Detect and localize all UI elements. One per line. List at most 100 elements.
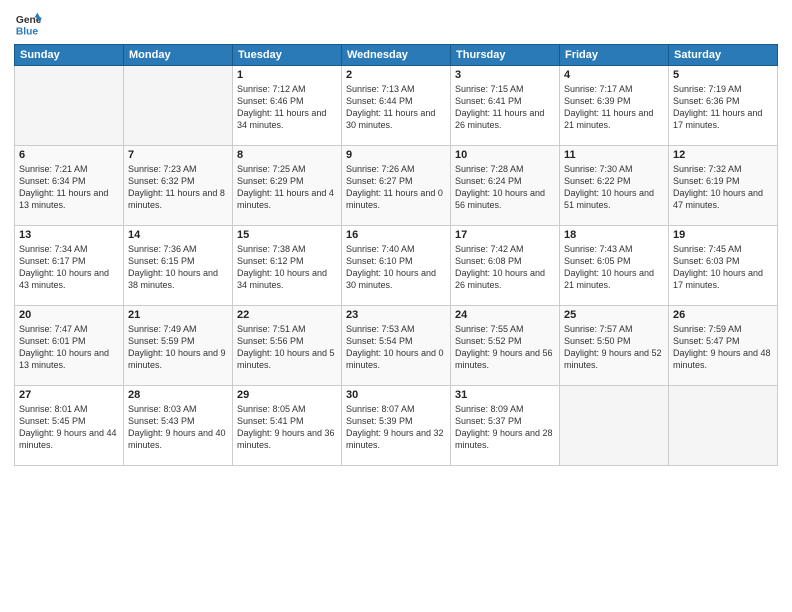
weekday-header: Sunday xyxy=(15,45,124,66)
logo-icon: General Blue xyxy=(14,10,42,38)
calendar-cell: 25 Sunrise: 7:57 AMSunset: 5:50 PMDayligh… xyxy=(560,306,669,386)
day-number: 13 xyxy=(19,229,119,241)
header: General Blue xyxy=(14,10,778,38)
day-number: 31 xyxy=(455,389,555,401)
calendar-week-row: 6 Sunrise: 7:21 AMSunset: 6:34 PMDaylight… xyxy=(15,146,778,226)
calendar: SundayMondayTuesdayWednesdayThursdayFrid… xyxy=(14,44,778,466)
calendar-cell: 15 Sunrise: 7:38 AMSunset: 6:12 PMDayligh… xyxy=(233,226,342,306)
weekday-header: Wednesday xyxy=(342,45,451,66)
cell-info: Sunrise: 8:09 AMSunset: 5:37 PMDaylight:… xyxy=(455,403,555,452)
cell-info: Sunrise: 7:17 AMSunset: 6:39 PMDaylight:… xyxy=(564,83,664,132)
calendar-cell xyxy=(669,386,778,466)
calendar-cell: 3Sunrise: 7:15 AMSunset: 6:41 PMDaylight… xyxy=(451,66,560,146)
day-number: 3 xyxy=(455,69,555,81)
weekday-header: Saturday xyxy=(669,45,778,66)
cell-info: Sunrise: 7:42 AMSunset: 6:08 PMDaylight:… xyxy=(455,243,555,292)
cell-info: Sunrise: 7:34 AMSunset: 6:17 PMDaylight:… xyxy=(19,243,119,292)
calendar-cell: 26 Sunrise: 7:59 AMSunset: 5:47 PMDayligh… xyxy=(669,306,778,386)
cell-info: Sunrise: 7:55 AMSunset: 5:52 PMDaylight:… xyxy=(455,323,555,372)
day-number: 21 xyxy=(128,309,228,321)
calendar-cell: 6 Sunrise: 7:21 AMSunset: 6:34 PMDaylight… xyxy=(15,146,124,226)
cell-info: Sunrise: 7:59 AMSunset: 5:47 PMDaylight:… xyxy=(673,323,773,372)
cell-info: Sunrise: 7:30 AMSunset: 6:22 PMDaylight:… xyxy=(564,163,664,212)
day-number: 14 xyxy=(128,229,228,241)
calendar-cell: 23 Sunrise: 7:53 AMSunset: 5:54 PMDayligh… xyxy=(342,306,451,386)
calendar-cell: 20Sunrise: 7:47 AMSunset: 6:01 PMDayligh… xyxy=(15,306,124,386)
cell-info: Sunrise: 7:43 AMSunset: 6:05 PMDaylight:… xyxy=(564,243,664,292)
day-number: 2 xyxy=(346,69,446,81)
cell-info: Sunrise: 7:49 AMSunset: 5:59 PMDaylight:… xyxy=(128,323,228,372)
calendar-cell: 9 Sunrise: 7:26 AMSunset: 6:27 PMDaylight… xyxy=(342,146,451,226)
calendar-cell: 16 Sunrise: 7:40 AMSunset: 6:10 PMDayligh… xyxy=(342,226,451,306)
page: General Blue SundayMondayTuesdayWednesda… xyxy=(0,0,792,612)
calendar-cell: 22 Sunrise: 7:51 AMSunset: 5:56 PMDayligh… xyxy=(233,306,342,386)
cell-info: Sunrise: 7:57 AMSunset: 5:50 PMDaylight:… xyxy=(564,323,664,372)
cell-info: Sunrise: 7:12 AMSunset: 6:46 PMDaylight:… xyxy=(237,83,337,132)
calendar-cell: 29 Sunrise: 8:05 AMSunset: 5:41 PMDayligh… xyxy=(233,386,342,466)
cell-info: Sunrise: 7:25 AMSunset: 6:29 PMDaylight:… xyxy=(237,163,337,212)
calendar-cell: 7 Sunrise: 7:23 AMSunset: 6:32 PMDaylight… xyxy=(124,146,233,226)
calendar-cell: 28Sunrise: 8:03 AMSunset: 5:43 PMDayligh… xyxy=(124,386,233,466)
cell-info: Sunrise: 7:36 AMSunset: 6:15 PMDaylight:… xyxy=(128,243,228,292)
calendar-cell: 2Sunrise: 7:13 AMSunset: 6:44 PMDaylight… xyxy=(342,66,451,146)
weekday-header: Thursday xyxy=(451,45,560,66)
cell-info: Sunrise: 8:05 AMSunset: 5:41 PMDaylight:… xyxy=(237,403,337,452)
logo: General Blue xyxy=(14,10,42,38)
day-number: 12 xyxy=(673,149,773,161)
calendar-cell: 10Sunrise: 7:28 AMSunset: 6:24 PMDayligh… xyxy=(451,146,560,226)
day-number: 15 xyxy=(237,229,337,241)
calendar-cell: 12 Sunrise: 7:32 AMSunset: 6:19 PMDayligh… xyxy=(669,146,778,226)
cell-info: Sunrise: 7:23 AMSunset: 6:32 PMDaylight:… xyxy=(128,163,228,212)
calendar-cell: 4 Sunrise: 7:17 AMSunset: 6:39 PMDaylight… xyxy=(560,66,669,146)
calendar-cell: 27 Sunrise: 8:01 AMSunset: 5:45 PMDayligh… xyxy=(15,386,124,466)
cell-info: Sunrise: 7:32 AMSunset: 6:19 PMDaylight:… xyxy=(673,163,773,212)
cell-info: Sunrise: 7:40 AMSunset: 6:10 PMDaylight:… xyxy=(346,243,446,292)
cell-info: Sunrise: 7:53 AMSunset: 5:54 PMDaylight:… xyxy=(346,323,446,372)
calendar-cell: 8Sunrise: 7:25 AMSunset: 6:29 PMDaylight… xyxy=(233,146,342,226)
day-number: 6 xyxy=(19,149,119,161)
weekday-header: Friday xyxy=(560,45,669,66)
cell-info: Sunrise: 7:21 AMSunset: 6:34 PMDaylight:… xyxy=(19,163,119,212)
day-number: 26 xyxy=(673,309,773,321)
svg-text:Blue: Blue xyxy=(16,26,39,37)
calendar-cell: 30Sunrise: 8:07 AMSunset: 5:39 PMDayligh… xyxy=(342,386,451,466)
day-number: 23 xyxy=(346,309,446,321)
cell-info: Sunrise: 7:19 AMSunset: 6:36 PMDaylight:… xyxy=(673,83,773,132)
cell-info: Sunrise: 8:03 AMSunset: 5:43 PMDaylight:… xyxy=(128,403,228,452)
cell-info: Sunrise: 7:38 AMSunset: 6:12 PMDaylight:… xyxy=(237,243,337,292)
calendar-cell: 11Sunrise: 7:30 AMSunset: 6:22 PMDayligh… xyxy=(560,146,669,226)
calendar-week-row: 27 Sunrise: 8:01 AMSunset: 5:45 PMDayligh… xyxy=(15,386,778,466)
calendar-week-row: 20Sunrise: 7:47 AMSunset: 6:01 PMDayligh… xyxy=(15,306,778,386)
day-number: 25 xyxy=(564,309,664,321)
calendar-cell xyxy=(15,66,124,146)
calendar-cell xyxy=(560,386,669,466)
calendar-cell: 21 Sunrise: 7:49 AMSunset: 5:59 PMDayligh… xyxy=(124,306,233,386)
day-number: 1 xyxy=(237,69,337,81)
cell-info: Sunrise: 8:07 AMSunset: 5:39 PMDaylight:… xyxy=(346,403,446,452)
calendar-cell: 17Sunrise: 7:42 AMSunset: 6:08 PMDayligh… xyxy=(451,226,560,306)
calendar-cell: 14 Sunrise: 7:36 AMSunset: 6:15 PMDayligh… xyxy=(124,226,233,306)
day-number: 24 xyxy=(455,309,555,321)
calendar-cell: 18Sunrise: 7:43 AMSunset: 6:05 PMDayligh… xyxy=(560,226,669,306)
cell-info: Sunrise: 7:26 AMSunset: 6:27 PMDaylight:… xyxy=(346,163,446,212)
day-number: 29 xyxy=(237,389,337,401)
weekday-header: Monday xyxy=(124,45,233,66)
weekday-header: Tuesday xyxy=(233,45,342,66)
day-number: 22 xyxy=(237,309,337,321)
day-number: 7 xyxy=(128,149,228,161)
cell-info: Sunrise: 8:01 AMSunset: 5:45 PMDaylight:… xyxy=(19,403,119,452)
day-number: 27 xyxy=(19,389,119,401)
calendar-week-row: 13 Sunrise: 7:34 AMSunset: 6:17 PMDayligh… xyxy=(15,226,778,306)
cell-info: Sunrise: 7:45 AMSunset: 6:03 PMDaylight:… xyxy=(673,243,773,292)
day-number: 19 xyxy=(673,229,773,241)
day-number: 5 xyxy=(673,69,773,81)
calendar-cell: 1 Sunrise: 7:12 AMSunset: 6:46 PMDaylight… xyxy=(233,66,342,146)
calendar-cell: 31 Sunrise: 8:09 AMSunset: 5:37 PMDayligh… xyxy=(451,386,560,466)
day-number: 16 xyxy=(346,229,446,241)
calendar-cell: 5 Sunrise: 7:19 AMSunset: 6:36 PMDaylight… xyxy=(669,66,778,146)
cell-info: Sunrise: 7:51 AMSunset: 5:56 PMDaylight:… xyxy=(237,323,337,372)
day-number: 9 xyxy=(346,149,446,161)
weekday-header-row: SundayMondayTuesdayWednesdayThursdayFrid… xyxy=(15,45,778,66)
day-number: 4 xyxy=(564,69,664,81)
calendar-cell: 24 Sunrise: 7:55 AMSunset: 5:52 PMDayligh… xyxy=(451,306,560,386)
